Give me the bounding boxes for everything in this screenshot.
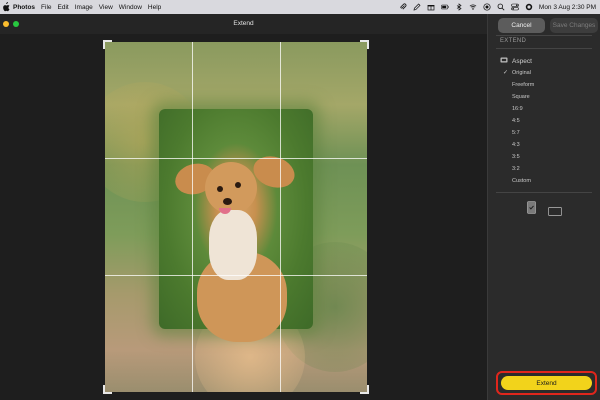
save-changes-button[interactable]: Save Changes bbox=[550, 18, 598, 33]
menu-edit[interactable]: Edit bbox=[58, 4, 69, 11]
crop-grid-line bbox=[280, 42, 281, 392]
crop-handle-top-left[interactable] bbox=[103, 40, 112, 49]
aspect-option-freeform[interactable]: Freeform bbox=[512, 82, 534, 88]
extend-button[interactable]: Extend bbox=[501, 376, 592, 390]
wifi-icon[interactable] bbox=[469, 3, 477, 11]
section-title-extend: EXTEND bbox=[500, 38, 527, 44]
menu-bar: Photos File Edit Image View Window Help … bbox=[0, 0, 600, 14]
gift-icon[interactable] bbox=[427, 3, 435, 11]
aspect-option-square[interactable]: Square bbox=[512, 94, 530, 100]
portrait-orientation-button[interactable] bbox=[527, 201, 536, 219]
aspect-option-4-5[interactable]: 4:5 bbox=[512, 118, 520, 124]
menu-help[interactable]: Help bbox=[148, 4, 161, 11]
crop-grid-line bbox=[192, 42, 193, 392]
search-icon[interactable] bbox=[497, 3, 505, 11]
pencil-icon[interactable] bbox=[413, 3, 421, 11]
paperclip-icon[interactable] bbox=[399, 3, 407, 11]
aspect-option-4-3[interactable]: 4:3 bbox=[512, 142, 520, 148]
cancel-button[interactable]: Cancel bbox=[498, 18, 545, 33]
checkmark-icon: ✓ bbox=[503, 70, 509, 76]
menu-window[interactable]: Window bbox=[119, 4, 142, 11]
aspect-option-custom[interactable]: Custom bbox=[512, 178, 531, 184]
crop-handle-bottom-left[interactable] bbox=[103, 385, 112, 394]
dog-nose bbox=[223, 198, 232, 205]
landscape-orientation-button[interactable] bbox=[548, 203, 562, 221]
screen-record-icon[interactable] bbox=[483, 3, 491, 11]
dog-eye bbox=[217, 186, 223, 192]
dog-chest bbox=[209, 210, 257, 280]
window-title: Extend bbox=[233, 20, 254, 27]
extended-photo[interactable] bbox=[105, 42, 367, 392]
control-center-icon[interactable] bbox=[511, 3, 519, 11]
aspect-option-5-7[interactable]: 5:7 bbox=[512, 130, 520, 136]
menu-file[interactable]: File bbox=[41, 4, 51, 11]
divider bbox=[496, 192, 592, 193]
aspect-ratio-icon bbox=[500, 57, 508, 65]
battery-icon[interactable] bbox=[441, 3, 449, 11]
aspect-header: Aspect bbox=[500, 57, 532, 65]
aspect-option-original[interactable]: Original bbox=[512, 70, 531, 76]
crop-handle-bottom-right[interactable] bbox=[360, 385, 369, 394]
crop-grid-line bbox=[105, 158, 367, 159]
siri-icon[interactable] bbox=[525, 3, 533, 11]
dog-eye bbox=[235, 182, 241, 188]
aspect-option-3-5[interactable]: 3:5 bbox=[512, 154, 520, 160]
divider bbox=[496, 48, 592, 49]
crop-grid-line bbox=[105, 275, 367, 276]
window-titlebar: Extend bbox=[0, 14, 487, 34]
menu-app-name[interactable]: Photos bbox=[13, 4, 35, 11]
crop-handle-top-right[interactable] bbox=[360, 40, 369, 49]
divider bbox=[496, 35, 592, 36]
aspect-label: Aspect bbox=[512, 57, 532, 65]
aspect-option-16-9[interactable]: 16:9 bbox=[512, 106, 523, 112]
bluetooth-icon[interactable] bbox=[455, 3, 463, 11]
extend-sidebar: Cancel Save Changes EXTEND Aspect ✓ Orig… bbox=[487, 14, 600, 400]
apple-icon[interactable] bbox=[2, 2, 10, 12]
extend-button-highlight: Extend bbox=[496, 371, 597, 395]
editor-canvas bbox=[0, 34, 487, 400]
menu-view[interactable]: View bbox=[99, 4, 113, 11]
menu-image[interactable]: Image bbox=[75, 4, 93, 11]
dog-head bbox=[205, 162, 257, 214]
aspect-option-3-2[interactable]: 3:2 bbox=[512, 166, 520, 172]
menubar-clock[interactable]: Mon 3 Aug 2:30 PM bbox=[539, 4, 596, 11]
status-area: Mon 3 Aug 2:30 PM bbox=[399, 0, 596, 14]
